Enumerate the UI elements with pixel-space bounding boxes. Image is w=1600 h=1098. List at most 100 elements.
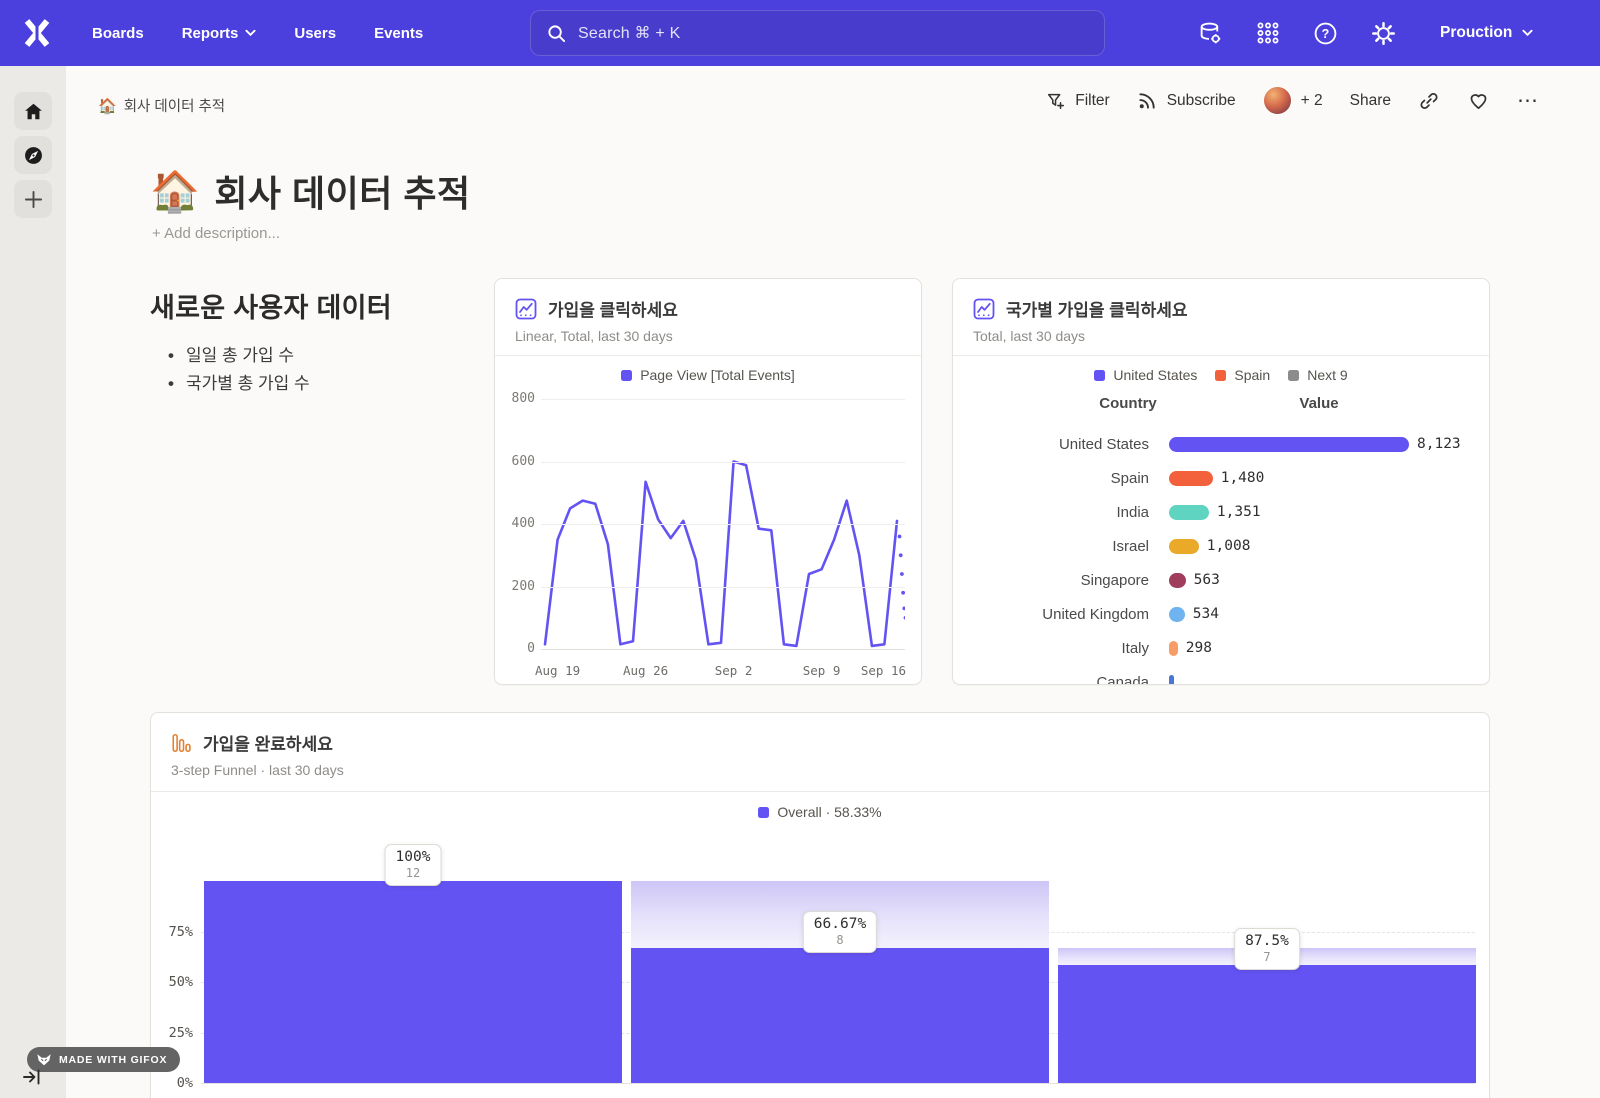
settings-gear-icon[interactable]: [1371, 21, 1396, 46]
nav-item-boards[interactable]: Boards: [92, 25, 144, 42]
nav-item-events[interactable]: Events: [374, 25, 423, 42]
gridline: [541, 649, 905, 650]
projected-point: [900, 572, 904, 576]
favorite-heart-icon[interactable]: [1467, 89, 1490, 112]
country-value: 563: [1194, 572, 1220, 588]
search-input[interactable]: Search ⌘ + K: [530, 10, 1105, 56]
table-row[interactable]: Singapore 563: [953, 563, 1489, 597]
sidebar-home-button[interactable]: [14, 92, 52, 130]
conversion-rate: 66.67%: [814, 916, 866, 932]
funnel-step-label: 66.67%8: [803, 911, 877, 953]
line-chart-card[interactable]: 가입을 클릭하세요 Linear, Total, last 30 days Pa…: [494, 278, 922, 685]
sidebar-collapse-icon[interactable]: [22, 1068, 42, 1086]
funnel-legend[interactable]: Overall · 58.33%: [151, 804, 1489, 820]
country-chart-legend[interactable]: United States Spain Next 9: [953, 367, 1489, 383]
y-tick-label: 50%: [157, 974, 193, 990]
funnel-chart-card[interactable]: 가입을 완료하세요 3-step Funnel · last 30 days O…: [150, 712, 1490, 1098]
board-toolbar: Filter Subscribe + 2 Share ⋯: [1046, 86, 1538, 115]
nav-item-users[interactable]: Users: [294, 25, 336, 42]
y-tick-label: 25%: [157, 1025, 193, 1041]
country-label: Singapore: [953, 572, 1149, 589]
country-bar: [1169, 437, 1409, 452]
table-row[interactable]: Italy298: [953, 631, 1489, 665]
help-icon[interactable]: ?: [1313, 21, 1338, 46]
breadcrumb[interactable]: 🏠 회사 데이터 추적: [98, 95, 225, 116]
country-bar: [1169, 573, 1186, 588]
gifox-label: MADE WITH GIFOX: [59, 1054, 167, 1066]
country-bar: [1169, 675, 1174, 686]
funnel-bar[interactable]: [204, 881, 622, 1083]
funnel-bar[interactable]: [631, 948, 1049, 1083]
divider: [151, 791, 1489, 792]
card-subtitle: Linear, Total, last 30 days: [515, 328, 901, 344]
compass-icon: [22, 144, 45, 167]
projected-point: [899, 553, 903, 557]
sidebar: [0, 66, 66, 1098]
funnel-bar[interactable]: [1058, 965, 1476, 1083]
legend-swatch: [1288, 370, 1299, 381]
country-bar: [1169, 539, 1199, 554]
add-description-button[interactable]: + Add description...: [152, 225, 280, 242]
copy-link-icon[interactable]: [1418, 90, 1440, 112]
insights-chart-icon: [515, 298, 537, 320]
project-name: Prouction: [1440, 24, 1512, 42]
x-tick-label: Aug 26: [623, 663, 668, 678]
legend-item[interactable]: Next 9: [1288, 367, 1347, 383]
country-chart-card[interactable]: 국가별 가입을 클릭하세요 Total, last 30 days United…: [952, 278, 1490, 685]
country-label: Israel: [953, 538, 1149, 555]
share-button[interactable]: Share: [1350, 92, 1391, 110]
apps-grid-icon[interactable]: [1256, 21, 1280, 45]
country-bar: [1169, 471, 1213, 486]
table-row[interactable]: United Kingdom534: [953, 597, 1489, 631]
table-row[interactable]: United States8,123: [953, 427, 1489, 461]
legend-item[interactable]: Spain: [1215, 367, 1270, 383]
sidebar-add-button[interactable]: [14, 180, 52, 218]
x-tick-label: Sep 2: [715, 663, 753, 678]
country-value: 534: [1193, 606, 1219, 622]
legend-swatch: [758, 807, 769, 818]
table-row[interactable]: India1,351: [953, 495, 1489, 529]
country-value: 298: [1186, 640, 1212, 656]
line-chart-legend[interactable]: Page View [Total Events]: [495, 367, 921, 383]
country-value: 1,351: [1217, 504, 1261, 520]
list-item: •국가별 총 가입 수: [168, 370, 488, 398]
project-switcher[interactable]: Prouction: [1440, 0, 1533, 66]
search-icon: [547, 24, 566, 43]
gridline: [541, 462, 905, 463]
avatar: [1263, 86, 1292, 115]
legend-item[interactable]: United States: [1094, 367, 1197, 383]
mixpanel-logo-icon[interactable]: [22, 18, 52, 48]
legend-label: Next 9: [1307, 367, 1347, 383]
projected-point: [904, 616, 905, 620]
gridline: [541, 587, 905, 588]
chevron-down-icon: [1522, 29, 1533, 37]
fox-icon: [36, 1053, 52, 1067]
y-tick-label: 0%: [157, 1075, 193, 1091]
text-card-heading: 새로운 사용자 데이터: [150, 286, 490, 325]
top-nav: Boards Reports Users Events Search ⌘ + K: [0, 0, 1600, 66]
more-options-button[interactable]: ⋯: [1517, 96, 1538, 106]
data-management-icon[interactable]: [1198, 21, 1223, 46]
table-row[interactable]: Israel 1,008: [953, 529, 1489, 563]
line-series[interactable]: [541, 397, 905, 655]
subscribe-button[interactable]: Subscribe: [1137, 90, 1236, 111]
table-row[interactable]: Canada: [953, 665, 1489, 685]
filter-button[interactable]: Filter: [1046, 91, 1109, 111]
filter-funnel-icon: [1046, 91, 1066, 111]
funnel-step-label: 100%12: [385, 844, 442, 886]
plus-icon: [24, 190, 43, 209]
country-bar: [1169, 505, 1209, 520]
line-chart-plot[interactable]: [541, 397, 905, 655]
table-row[interactable]: Spain1,480: [953, 461, 1489, 495]
sidebar-boards-button[interactable]: [14, 136, 52, 174]
divider: [495, 355, 921, 356]
x-tick-label: Sep 16: [861, 663, 906, 678]
y-tick-label: 600: [499, 454, 535, 469]
nav-item-reports[interactable]: Reports: [182, 25, 257, 42]
country-value: 1,008: [1207, 538, 1251, 554]
funnel-step-label: 87.5%7: [1234, 928, 1300, 970]
legend-swatch: [621, 370, 632, 381]
y-tick-label: 75%: [157, 924, 193, 940]
country-label: United States: [953, 436, 1149, 453]
collaborators[interactable]: + 2: [1263, 86, 1323, 115]
